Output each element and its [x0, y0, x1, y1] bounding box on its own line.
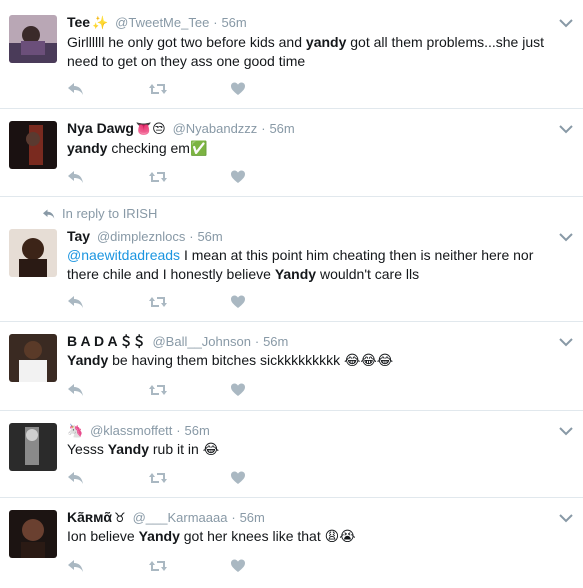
tweet-text: Yandy be having them bitches sickkkkkkkk… [67, 352, 394, 369]
user-handle[interactable]: @Nyabandzzz [173, 121, 258, 136]
avatar[interactable] [9, 510, 57, 558]
heart-icon[interactable] [230, 294, 246, 310]
name-emoji: ＄＄ [119, 335, 146, 350]
user-handle[interactable]: @TweetMe_Tee [115, 15, 209, 30]
chevron-down-icon[interactable] [559, 513, 573, 523]
retweet-icon[interactable] [148, 470, 168, 486]
tweet-text: Ion believe Yandy got her knees like tha… [67, 528, 356, 545]
name-emoji: ♉ [114, 511, 126, 526]
highlighted-keyword: yandy [305, 34, 347, 50]
tweet-text: yandy checking em✅ [67, 140, 208, 157]
name-emoji: ✨ [92, 16, 109, 31]
avatar[interactable] [9, 121, 57, 169]
retweet-icon[interactable] [148, 382, 168, 398]
reply-icon[interactable] [67, 382, 85, 398]
timestamp[interactable]: 56m [240, 510, 265, 525]
reply-icon[interactable] [67, 169, 85, 185]
separator: · [231, 510, 236, 525]
timestamp[interactable]: 56m [185, 423, 210, 438]
tweet-header: 🦄 @klassmoffett · 56m [67, 421, 210, 439]
reply-icon [43, 209, 55, 219]
separator: · [176, 423, 181, 438]
separator: · [213, 15, 218, 30]
reply-icon[interactable] [67, 81, 85, 97]
tweet-item[interactable]: Kãʀᴍᾶ ♉ @___Karmaaaa · 56m Ion believe Ya… [0, 498, 583, 588]
timestamp[interactable]: 56m [197, 229, 222, 244]
tweet-header: Tee ✨ @TweetMe_Tee · 56m [67, 13, 247, 31]
heart-icon[interactable] [230, 382, 246, 398]
heart-icon[interactable] [230, 558, 246, 574]
highlighted-keyword: Yandy [274, 266, 317, 282]
chevron-down-icon[interactable] [559, 232, 573, 242]
tweet-item[interactable]: 🦄 @klassmoffett · 56m Yesss Yandy rub it… [0, 411, 583, 498]
tweet-item[interactable]: Nya Dawg 👅😒 @Nyabandzzz · 56m yandy check… [0, 109, 583, 197]
display-name[interactable]: Tee [67, 14, 90, 30]
display-name[interactable]: B A D A [67, 333, 118, 349]
heart-icon[interactable] [230, 81, 246, 97]
separator: · [261, 121, 266, 136]
avatar[interactable] [9, 15, 57, 63]
user-handle[interactable]: @dimpleznlocs [97, 229, 185, 244]
reply-icon[interactable] [67, 470, 85, 486]
timestamp[interactable]: 56m [269, 121, 294, 136]
tweet-header: Nya Dawg 👅😒 @Nyabandzzz · 56m [67, 119, 295, 137]
retweet-icon[interactable] [148, 81, 168, 97]
display-name[interactable]: Kãʀᴍᾶ [67, 509, 112, 525]
user-handle[interactable]: @___Karmaaaa [133, 510, 228, 525]
tweet-text: Yesss Yandy rub it in 😂 [67, 441, 220, 458]
user-handle[interactable]: @klassmoffett [90, 423, 172, 438]
tweet-header: Tay @dimpleznlocs · 56m [67, 227, 223, 245]
timestamp[interactable]: 56m [263, 334, 288, 349]
chevron-down-icon[interactable] [559, 124, 573, 134]
chevron-down-icon[interactable] [559, 337, 573, 347]
avatar[interactable] [9, 423, 57, 471]
tweet-header: B A D A ＄＄ @Ball__Johnson · 56m [67, 332, 288, 350]
avatar[interactable] [9, 334, 57, 382]
tweet-header: Kãʀᴍᾶ ♉ @___Karmaaaa · 56m [67, 508, 265, 526]
reply-icon[interactable] [67, 558, 85, 574]
highlighted-keyword: Yandy [107, 441, 149, 457]
highlighted-keyword: Yandy [138, 528, 180, 544]
separator: · [189, 229, 194, 244]
highlighted-keyword: Yandy [67, 352, 109, 368]
heart-icon[interactable] [230, 169, 246, 185]
retweet-icon[interactable] [148, 169, 168, 185]
tweet-feed: Tee ✨ @TweetMe_Tee · 56m Girllllll he onl… [0, 0, 583, 588]
retweet-icon[interactable] [148, 294, 168, 310]
name-emoji: 🦄 [67, 424, 84, 439]
separator: · [254, 334, 260, 349]
timestamp[interactable]: 56m [221, 15, 246, 30]
display-name[interactable]: Nya Dawg [67, 120, 134, 136]
reply-context[interactable]: In reply to IRISH [42, 206, 157, 222]
name-emoji: 👅😒 [135, 122, 166, 137]
chevron-down-icon[interactable] [559, 18, 573, 28]
reply-context-label: In reply to IRISH [62, 206, 158, 221]
avatar[interactable] [9, 229, 57, 277]
tweet-item[interactable]: In reply to IRISH Tay @dimpleznlocs · 56… [0, 197, 583, 322]
mention-link[interactable]: @naewitdadreads [67, 247, 180, 263]
chevron-down-icon[interactable] [559, 426, 573, 436]
tweet-text: @naewitdadreads I mean at this point him… [67, 247, 534, 282]
heart-icon[interactable] [230, 470, 246, 486]
tweet-item[interactable]: B A D A ＄＄ @Ball__Johnson · 56m Yandy be … [0, 322, 583, 411]
tweet-text: Girllllll he only got two before kids an… [67, 34, 545, 69]
retweet-icon[interactable] [148, 558, 168, 574]
display-name[interactable]: Tay [67, 228, 90, 244]
reply-icon[interactable] [67, 294, 85, 310]
tweet-item[interactable]: Tee ✨ @TweetMe_Tee · 56m Girllllll he onl… [0, 0, 583, 109]
user-handle[interactable]: @Ball__Johnson [152, 334, 250, 349]
highlighted-keyword: yandy [67, 140, 108, 156]
